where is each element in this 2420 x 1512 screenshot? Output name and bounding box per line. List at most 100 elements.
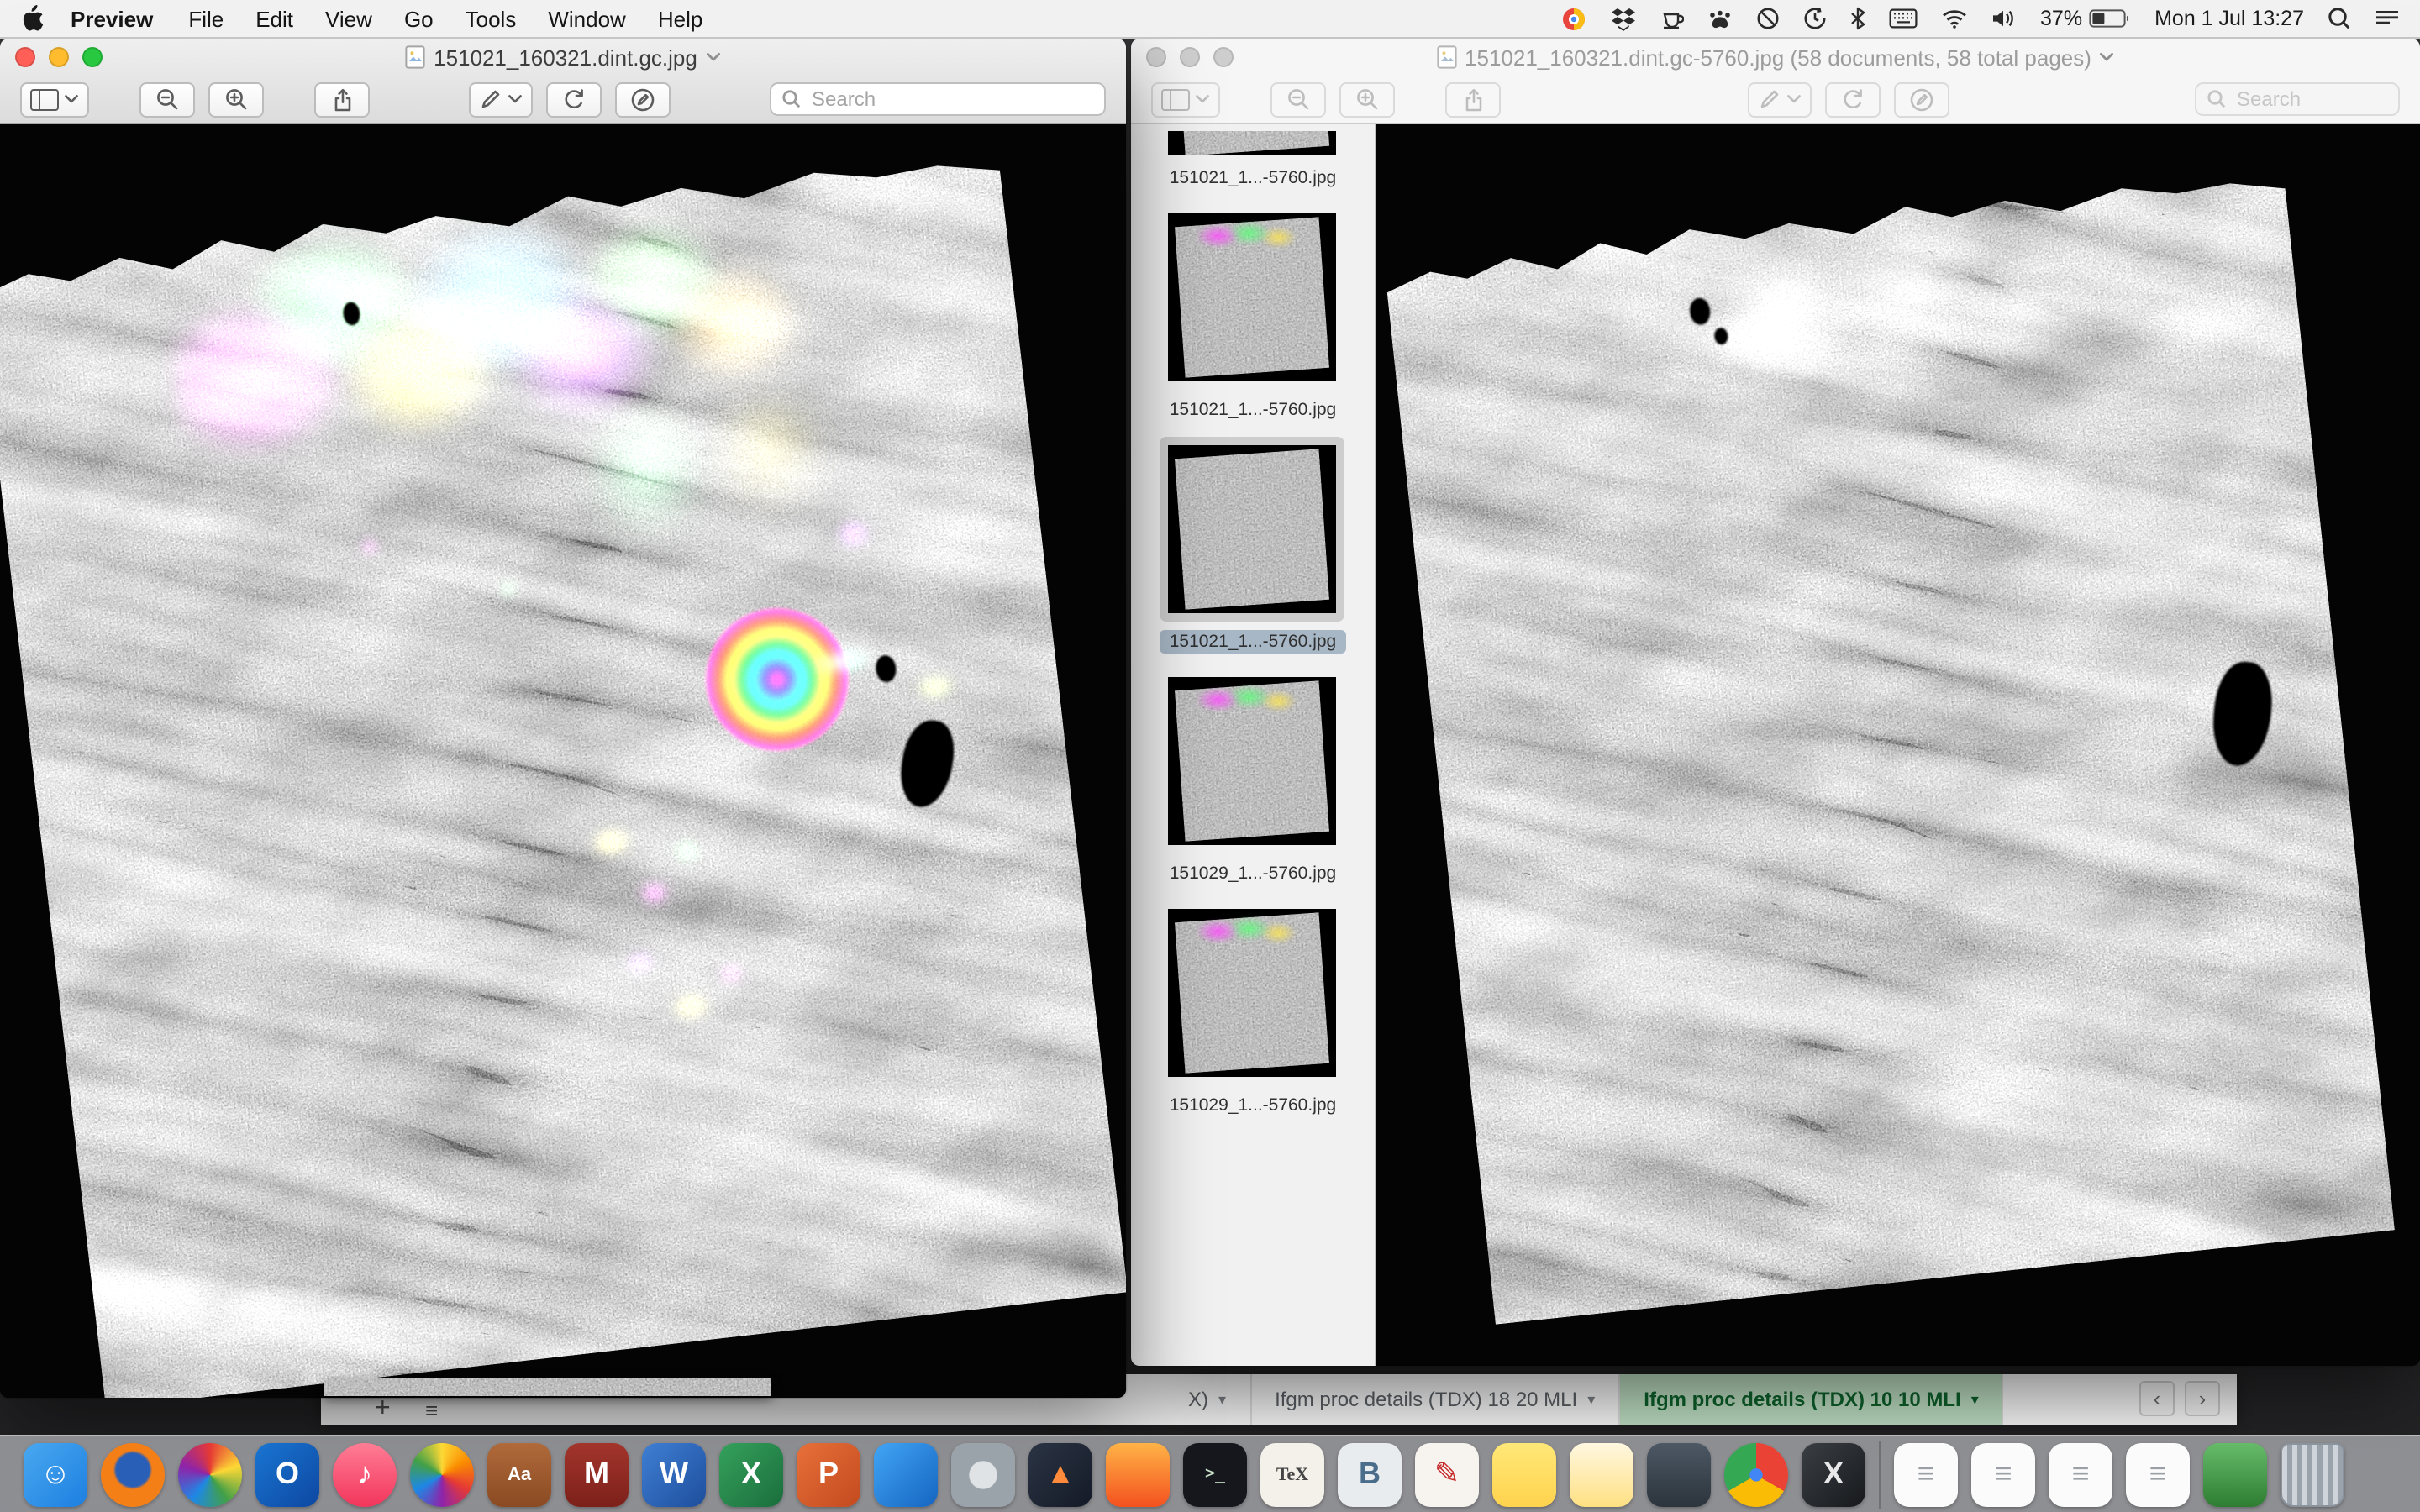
dock-icon-mendeley[interactable]: M xyxy=(565,1442,629,1506)
dock-icon-outlook[interactable]: O xyxy=(255,1442,319,1506)
dock-icon-skim[interactable]: ✎ xyxy=(1415,1442,1479,1506)
image-canvas[interactable] xyxy=(1376,124,2420,1366)
dock-icon-terminal[interactable]: >_ xyxy=(1183,1442,1247,1506)
dock-icon-orange-flame[interactable] xyxy=(1106,1442,1170,1506)
titlebar[interactable]: 151021_160321.dint.gc-5760.jpg (58 docum… xyxy=(1131,39,2420,76)
cup-icon[interactable] xyxy=(1660,7,1684,30)
thumbnail-item[interactable]: 151029_1...-5760.jpg xyxy=(1160,900,1347,1117)
dock-icon-document-4[interactable]: ≡ xyxy=(2126,1442,2190,1506)
desktop: Preview File Edit View Go Tools Window Help 37… xyxy=(0,0,2420,1512)
dock-icon-excel[interactable]: X xyxy=(719,1442,783,1506)
zoom-button[interactable] xyxy=(1213,47,1234,67)
sheet-tab-partial[interactable]: X) ▾ xyxy=(1165,1374,1251,1425)
dropbox-icon[interactable] xyxy=(1610,6,1637,31)
menu-item[interactable]: Tools xyxy=(466,6,517,31)
dock-icon-chrome[interactable]: ● xyxy=(1724,1442,1788,1506)
sheet-tab-partial-label: X) xyxy=(1188,1388,1208,1411)
dock-icon-blue-utility[interactable] xyxy=(874,1442,938,1506)
menu-item[interactable]: View xyxy=(325,6,372,31)
dock-icon-texshop[interactable]: TeX xyxy=(1260,1442,1324,1506)
rotate-button[interactable] xyxy=(546,81,602,117)
battery-indicator[interactable]: 37% xyxy=(2040,7,2131,30)
zoom-in-button[interactable] xyxy=(208,81,264,117)
dock-icon-dictionary[interactable]: Aa xyxy=(487,1442,551,1506)
image-canvas[interactable] xyxy=(0,124,1126,1398)
colorful-app-icon[interactable] xyxy=(1561,6,1586,31)
close-button[interactable] xyxy=(1146,47,1166,67)
search-input[interactable] xyxy=(2233,86,2388,113)
dock-icon-word[interactable]: W xyxy=(642,1442,706,1506)
view-sidebar-button[interactable] xyxy=(1151,81,1220,117)
dock-icon-matlab[interactable]: ▲ xyxy=(1028,1442,1092,1506)
do-not-disturb-icon[interactable] xyxy=(1756,7,1780,30)
dock-icon-stickies[interactable] xyxy=(1492,1442,1556,1506)
menu-item[interactable]: Window xyxy=(548,6,626,31)
minimize-button[interactable] xyxy=(49,47,69,67)
paw-icon[interactable] xyxy=(1707,8,1733,29)
markup-button[interactable] xyxy=(1747,81,1811,117)
thumbnail-frame xyxy=(1160,669,1345,853)
dock-divider[interactable] xyxy=(1879,1441,1881,1508)
zoom-out-button[interactable] xyxy=(1270,81,1326,117)
thumbnail-item[interactable]: 151021_1...-5760.jpg xyxy=(1160,131,1347,190)
dock-icon-powerpoint[interactable]: P xyxy=(797,1442,860,1506)
annotate-button[interactable] xyxy=(615,81,671,117)
dock-icon-notes[interactable] xyxy=(1570,1442,1634,1506)
all-sheets-button[interactable]: ≡ xyxy=(425,1399,438,1421)
thumbnail-item[interactable]: 151021_1...-5760.jpg xyxy=(1160,205,1347,422)
dock-icon-photos[interactable] xyxy=(410,1442,474,1506)
menu-bar-clock[interactable]: Mon 1 Jul 13:27 xyxy=(2154,7,2304,30)
add-sheet-button[interactable]: + xyxy=(375,1396,391,1423)
app-menu-title[interactable]: Preview xyxy=(71,6,153,31)
dock-icon-firefox[interactable] xyxy=(101,1442,165,1506)
dock-icon-trash[interactable] xyxy=(2281,1442,2344,1506)
zoom-in-button[interactable] xyxy=(1339,81,1395,117)
sheet-tab[interactable]: Ifgm proc details (TDX) 18 20 MLI ▾ xyxy=(1251,1374,1620,1425)
close-button[interactable] xyxy=(15,47,35,67)
spotlight-icon[interactable] xyxy=(2328,7,2351,30)
menu-item[interactable]: File xyxy=(188,6,224,31)
sheet-tab[interactable]: Ifgm proc details (TDX) 10 10 MLI ▾ xyxy=(1620,1374,2003,1425)
minimize-button[interactable] xyxy=(1180,47,1200,67)
volume-icon[interactable] xyxy=(1991,8,2017,29)
dock-icon-document-1[interactable]: ≡ xyxy=(1894,1442,1958,1506)
annotate-button[interactable] xyxy=(1893,81,1949,117)
dock-icon-keychain-lock[interactable] xyxy=(1647,1442,1711,1506)
dock-icon-colorful-orb[interactable] xyxy=(178,1442,242,1506)
thumbnail-item[interactable]: 151021_1...-5760.jpg xyxy=(1160,437,1347,654)
dock-icon-system-preferences[interactable] xyxy=(951,1442,1015,1506)
wifi-icon[interactable] xyxy=(1941,8,1968,29)
share-button[interactable] xyxy=(1445,81,1501,117)
dock-icon-document-2[interactable]: ≡ xyxy=(1971,1442,2035,1506)
zoom-out-button[interactable] xyxy=(139,81,195,117)
view-sidebar-button[interactable] xyxy=(20,81,89,117)
apple-menu[interactable] xyxy=(20,5,44,32)
share-button[interactable] xyxy=(314,81,370,117)
dock-icon-green-app[interactable] xyxy=(2203,1442,2267,1506)
dock-icon-bibdesk[interactable]: B xyxy=(1338,1442,1402,1506)
dock-icon-finder[interactable]: ☺ xyxy=(24,1442,87,1506)
search-input[interactable] xyxy=(808,86,1094,113)
menu-item[interactable]: Go xyxy=(404,6,434,31)
rotate-button[interactable] xyxy=(1824,81,1880,117)
menu-item[interactable]: Help xyxy=(658,6,703,31)
titlebar[interactable]: 151021_160321.dint.gc.jpg xyxy=(0,39,1126,76)
markup-button[interactable] xyxy=(469,81,533,117)
time-machine-icon[interactable] xyxy=(1803,7,1827,30)
notification-center-icon[interactable] xyxy=(2375,8,2400,29)
dock-icon-xquartz[interactable]: X xyxy=(1802,1442,1865,1506)
zoom-button[interactable] xyxy=(82,47,103,67)
search-field[interactable] xyxy=(770,82,1106,116)
keyboard-icon[interactable] xyxy=(1889,8,1918,29)
thumbnail-label: 151029_1...-5760.jpg xyxy=(1160,1094,1347,1117)
menu-item[interactable]: Edit xyxy=(255,6,293,31)
preview-window-right: 151021_160321.dint.gc-5760.jpg (58 docum… xyxy=(1131,39,2420,1366)
thumbnail-item[interactable]: 151029_1...-5760.jpg xyxy=(1160,669,1347,885)
sheet-tabs-next-button[interactable]: › xyxy=(2185,1381,2220,1416)
bluetooth-icon[interactable] xyxy=(1850,7,1865,30)
dock-icon-document-3[interactable]: ≡ xyxy=(2049,1442,2112,1506)
sheet-tabs-prev-button[interactable]: ‹ xyxy=(2139,1381,2175,1416)
dock-icon-itunes[interactable]: ♪ xyxy=(333,1442,397,1506)
background-window-sliver[interactable] xyxy=(324,1378,771,1396)
search-field[interactable] xyxy=(2195,82,2400,116)
